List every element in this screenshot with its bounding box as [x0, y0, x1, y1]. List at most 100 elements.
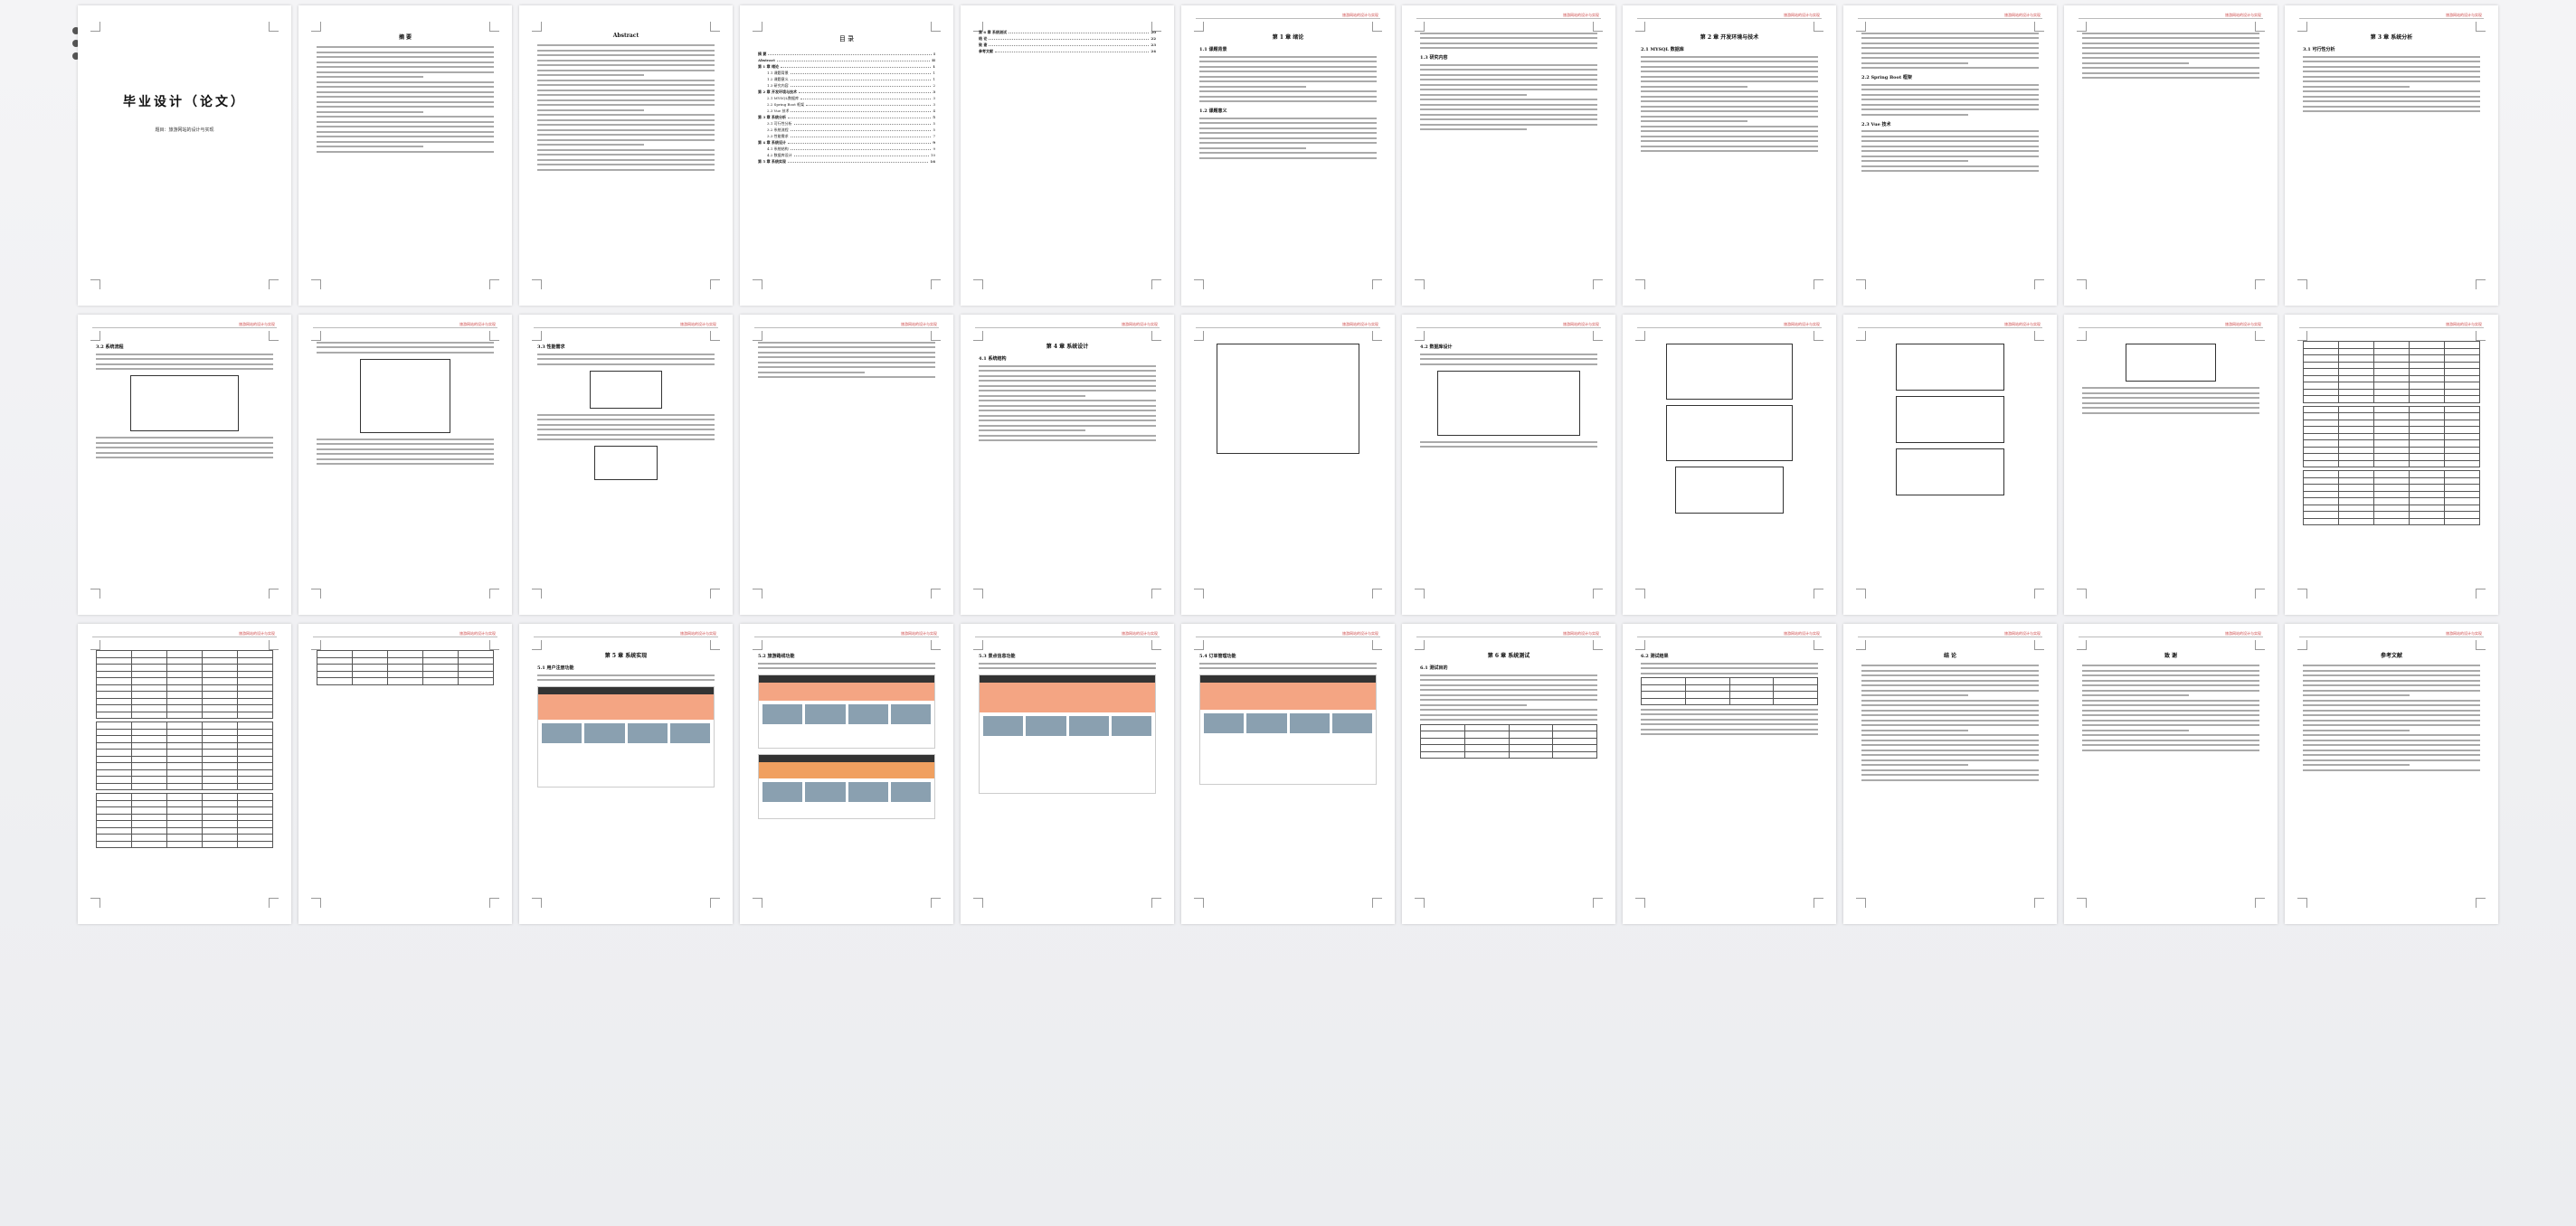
- toc-entry[interactable]: 1.3 研究内容 2: [758, 82, 935, 89]
- data-table: [2303, 470, 2480, 525]
- page-thumbnail[interactable]: 旅游网站的设计与实现 5.3 景点信息功能: [961, 624, 1174, 924]
- data-table: [96, 650, 273, 719]
- toc-entry[interactable]: 1.2 课题意义 1: [758, 76, 935, 82]
- page-thumbnail[interactable]: 旅游网站的设计与实现 3.2 系统流程: [78, 315, 291, 615]
- text-line: [537, 128, 715, 131]
- text-line: [2082, 734, 2259, 736]
- page-thumbnail[interactable]: 旅游网站的设计与实现: [1623, 315, 1836, 615]
- page-thumbnail[interactable]: 旅游网站的设计与实现 参考文献: [2285, 624, 2498, 924]
- page-thumbnail[interactable]: 旅游网站的设计与实现: [2064, 315, 2278, 615]
- toc-entry[interactable]: 2.3 Vue 技术 4: [758, 108, 935, 114]
- toc-entry[interactable]: 1.1 课题背景 1: [758, 70, 935, 76]
- toc-entry[interactable]: 第 1 章 绪论 1: [758, 63, 935, 70]
- toc-entry[interactable]: 2.1 MYSQL数据库 3: [758, 95, 935, 101]
- toc-entry[interactable]: 致 谢 23: [979, 42, 1156, 48]
- text-line: [1861, 47, 2039, 49]
- toc-entry-label: 摘 要: [758, 52, 767, 56]
- text-line: [1861, 699, 2039, 702]
- text-line: [537, 353, 715, 355]
- page-thumbnail[interactable]: 旅游网站的设计与实现 3.3 性能需求: [519, 315, 733, 615]
- page-thumbnail[interactable]: 旅游网站的设计与实现第 5 章 系统实现 5.1 用户注册功能: [519, 624, 733, 924]
- page-thumbnail[interactable]: 第 6 章 系统测试 20 结 论 22 致 谢 23 参考文献 24: [961, 5, 1174, 306]
- page-thumbnail[interactable]: 旅游网站的设计与实现 2.2 Spring Boot 框架 2.3 Vue 技术: [1843, 5, 2057, 306]
- page-thumbnail[interactable]: 旅游网站的设计与实现致 谢: [2064, 624, 2278, 924]
- page-thumbnail[interactable]: 旅游网站的设计与实现: [740, 315, 953, 615]
- page-thumbnail[interactable]: 毕业设计（论文） 题目：旅游网站的设计与实现: [78, 5, 291, 306]
- toc-entry[interactable]: 3.2 系统流程 5: [758, 127, 935, 133]
- text-line: [2303, 754, 2480, 756]
- text-line: [1420, 446, 1597, 448]
- text-line: [1861, 709, 2039, 712]
- page-thumbnail[interactable]: 旅游网站的设计与实现结 论: [1843, 624, 2057, 924]
- text-line: [1420, 108, 1597, 110]
- toc-entry[interactable]: 4.1 系统结构 9: [758, 146, 935, 152]
- text-line: [2082, 57, 2259, 59]
- page-thumbnail[interactable]: 旅游网站的设计与实现: [78, 624, 291, 924]
- text-line: [1641, 75, 1818, 78]
- page-content: 3.3 性能需求: [537, 338, 715, 593]
- toc-entry[interactable]: 第 3 章 系统分析 5: [758, 114, 935, 120]
- toc-entry-page: 3: [933, 90, 935, 94]
- toc-entry[interactable]: Abstract II: [758, 57, 935, 63]
- text-line: [1420, 719, 1597, 721]
- page-thumbnail[interactable]: 旅游网站的设计与实现第 3 章 系统分析 3.1 可行性分析: [2285, 5, 2498, 306]
- page-thumbnail[interactable]: 旅游网站的设计与实现 5.2 旅游路线功能: [740, 624, 953, 924]
- toc-entry[interactable]: 第 5 章 系统实现 16: [758, 158, 935, 165]
- section-heading: 1.2 课题意义: [1199, 108, 1227, 114]
- page-thumbnail[interactable]: 旅游网站的设计与实现第 6 章 系统测试 6.1 测试目的: [1402, 624, 1615, 924]
- page-thumbnail[interactable]: 目 录摘 要 I Abstract II 第 1 章 绪论 1 1.1 课题背景 1 1.2 课…: [740, 5, 953, 306]
- page-thumbnail[interactable]: 旅游网站的设计与实现第 2 章 开发环境与技术 2.1 MYSQL 数据库: [1623, 5, 1836, 306]
- header-rule: [2299, 327, 2484, 328]
- page-thumbnail[interactable]: 旅游网站的设计与实现: [298, 624, 512, 924]
- toc-entry-page: 5: [933, 127, 935, 132]
- text-line: [2303, 744, 2480, 746]
- page-thumbnail[interactable]: 旅游网站的设计与实现: [298, 315, 512, 615]
- text-line: [537, 118, 715, 121]
- text-line: [979, 410, 1156, 411]
- page-thumbnail[interactable]: 旅游网站的设计与实现 5.4 订单管理功能: [1181, 624, 1395, 924]
- toc-entry[interactable]: 摘 要I: [758, 51, 935, 57]
- toc-entry[interactable]: 参考文献 24: [979, 48, 1156, 54]
- text-line: [1199, 127, 1377, 129]
- figure: [1436, 370, 1581, 436]
- text-line: [2082, 42, 2259, 44]
- page-thumbnail[interactable]: 摘 要: [298, 5, 512, 306]
- page-thumbnail[interactable]: Abstract: [519, 5, 733, 306]
- toc-entry-label: 第 6 章 系统测试: [979, 30, 1007, 34]
- text-line: [2082, 674, 2259, 676]
- text-line: [2082, 679, 2259, 682]
- page-thumbnail[interactable]: 旅游网站的设计与实现第 4 章 系统设计 4.1 系统结构: [961, 315, 1174, 615]
- page-thumbnail[interactable]: 旅游网站的设计与实现 4.2 数据库设计: [1402, 315, 1615, 615]
- toc-entry[interactable]: 2.2 Spring Boot 框架 3: [758, 101, 935, 108]
- text-line: [1420, 684, 1597, 686]
- toc-entry[interactable]: 4.2 数据库设计 10: [758, 152, 935, 158]
- text-line: [2303, 110, 2480, 112]
- chapter-title: 第 5 章 系统实现: [604, 653, 648, 659]
- text-line: [979, 400, 1156, 401]
- text-line: [1861, 764, 1968, 766]
- ui-screenshot: [537, 686, 715, 787]
- text-line: [2303, 714, 2480, 716]
- data-table: [1420, 723, 1597, 759]
- text-line: [2303, 689, 2480, 692]
- toc-entry[interactable]: 3.3 性能需求 7: [758, 133, 935, 139]
- toc-entry[interactable]: 第 6 章 系统测试 20: [979, 29, 1156, 35]
- toc-entry[interactable]: 第 4 章 系统设计 9: [758, 139, 935, 146]
- page-thumbnail[interactable]: 旅游网站的设计与实现: [1181, 315, 1395, 615]
- toc-entry[interactable]: 第 2 章 开发环境与技术 3: [758, 89, 935, 95]
- page-thumbnail[interactable]: 旅游网站的设计与实现第 1 章 绪论 1.1 课题背景 1.2 课题意义: [1181, 5, 1395, 306]
- toc-entry[interactable]: 3.1 可行性分析 5: [758, 120, 935, 127]
- text-line: [1420, 709, 1597, 711]
- page-thumbnail[interactable]: 旅游网站的设计与实现: [2285, 315, 2498, 615]
- page-thumbnail[interactable]: 旅游网站的设计与实现 6.2 测试结果: [1623, 624, 1836, 924]
- page-thumbnail[interactable]: 旅游网站的设计与实现: [1843, 315, 2057, 615]
- text-line: [1861, 165, 2039, 167]
- toc-entry-label: 第 5 章 系统实现: [758, 159, 786, 164]
- text-line: [537, 439, 715, 440]
- text-line: [2303, 100, 2480, 102]
- text-line: [2303, 71, 2480, 72]
- text-line: [1861, 57, 2039, 59]
- toc-entry[interactable]: 结 论 22: [979, 35, 1156, 42]
- page-thumbnail[interactable]: 旅游网站的设计与实现: [2064, 5, 2278, 306]
- page-thumbnail[interactable]: 旅游网站的设计与实现 1.3 研究内容: [1402, 5, 1615, 306]
